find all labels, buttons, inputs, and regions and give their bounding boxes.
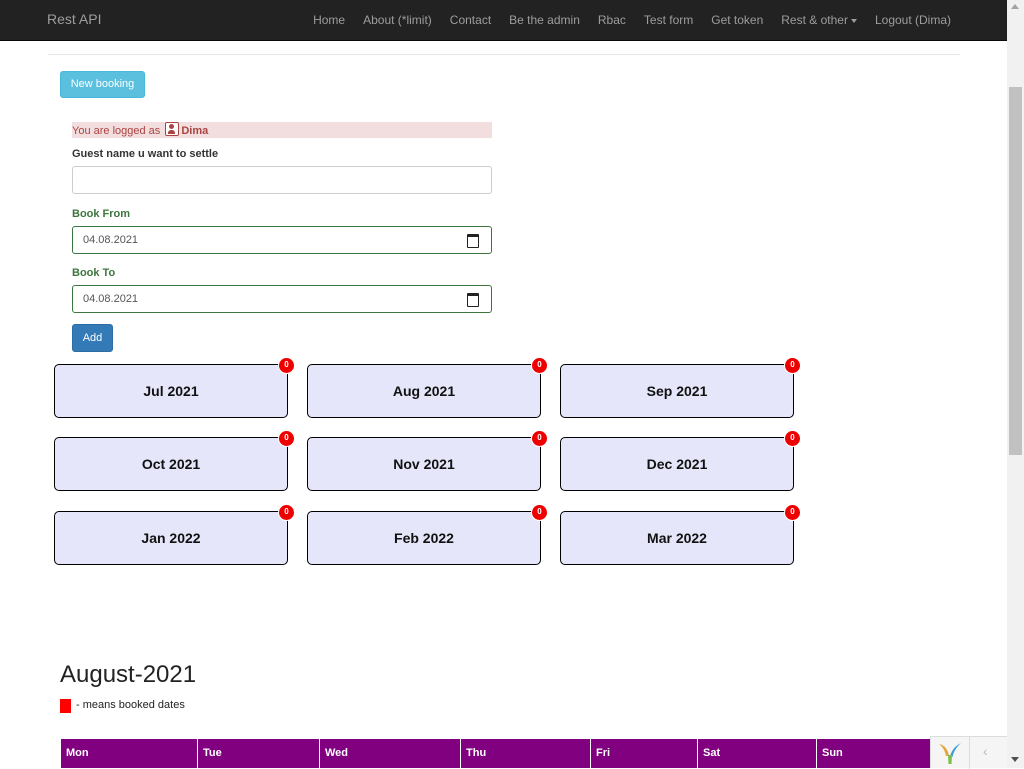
month-label: Sep 2021 bbox=[646, 383, 708, 399]
book-to-input[interactable]: 04.08.2021 bbox=[72, 285, 492, 313]
nav-be-the-admin[interactable]: Be the admin bbox=[500, 0, 589, 40]
weekday-sat: Sat bbox=[698, 739, 817, 768]
nav-home[interactable]: Home bbox=[304, 0, 354, 40]
month-card-jan-2022[interactable]: Jan 2022 0 bbox=[54, 504, 295, 565]
booking-count-badge: 0 bbox=[531, 504, 548, 521]
book-from-value: 04.08.2021 bbox=[83, 234, 139, 246]
brand-link[interactable]: Rest API bbox=[47, 11, 101, 27]
book-to-label: Book To bbox=[72, 267, 116, 279]
nav-contact[interactable]: Contact bbox=[441, 0, 500, 40]
weekday-tue: Tue bbox=[198, 739, 320, 768]
weekday-wed: Wed bbox=[320, 739, 461, 768]
add-button[interactable]: Add bbox=[72, 324, 113, 352]
month-label: Nov 2021 bbox=[393, 456, 455, 472]
weekday-thu: Thu bbox=[461, 739, 591, 768]
yii-logo-icon bbox=[939, 743, 961, 764]
logged-in-notice: You are logged as Dima bbox=[72, 122, 492, 138]
weekday-mon: Mon bbox=[61, 739, 198, 768]
month-label: Aug 2021 bbox=[392, 383, 456, 399]
month-card-jul-2021[interactable]: Jul 2021 0 bbox=[54, 357, 295, 418]
booking-count-badge: 0 bbox=[278, 357, 295, 374]
month-label: Jan 2022 bbox=[141, 530, 201, 546]
divider bbox=[48, 54, 960, 55]
book-to-value: 04.08.2021 bbox=[83, 293, 139, 305]
logged-prefix: You are logged as bbox=[72, 125, 161, 137]
booking-count-badge: 0 bbox=[531, 357, 548, 374]
user-icon bbox=[165, 122, 180, 136]
nav-menu: Home About (*limit) Contact Be the admin… bbox=[304, 0, 960, 40]
caret-down-icon bbox=[850, 18, 857, 23]
calendar-icon[interactable] bbox=[467, 234, 479, 248]
month-label: Dec 2021 bbox=[646, 456, 708, 472]
booking-count-badge: 0 bbox=[784, 504, 801, 521]
month-label: Feb 2022 bbox=[394, 530, 454, 546]
vertical-scrollbar[interactable] bbox=[1007, 0, 1024, 768]
guest-name-input[interactable] bbox=[72, 166, 492, 194]
booking-count-badge: 0 bbox=[784, 430, 801, 447]
nav-rbac[interactable]: Rbac bbox=[589, 0, 635, 40]
calendar-title: August-2021 bbox=[60, 661, 197, 688]
month-label: Mar 2022 bbox=[647, 530, 707, 546]
book-from-label: Book From bbox=[72, 208, 131, 220]
weekday-fri: Fri bbox=[591, 739, 698, 768]
booked-legend-swatch bbox=[60, 699, 71, 713]
calendar-header-row: Mon Tue Wed Thu Fri Sat Sun bbox=[61, 739, 930, 768]
booking-count-badge: 0 bbox=[531, 430, 548, 447]
month-card-dec-2021[interactable]: Dec 2021 0 bbox=[560, 430, 801, 491]
month-card-feb-2022[interactable]: Feb 2022 0 bbox=[307, 504, 548, 565]
book-from-input[interactable]: 04.08.2021 bbox=[72, 226, 492, 254]
booked-legend-text: - means booked dates bbox=[76, 699, 185, 711]
month-label: Jul 2021 bbox=[143, 383, 199, 399]
nav-rest-other-label: Rest & other bbox=[781, 13, 848, 27]
scroll-down-arrow-icon[interactable] bbox=[1011, 757, 1019, 762]
month-card-sep-2021[interactable]: Sep 2021 0 bbox=[560, 357, 801, 418]
nav-rest-other-dropdown[interactable]: Rest & other bbox=[772, 0, 866, 40]
booking-count-badge: 0 bbox=[278, 504, 295, 521]
nav-test-form[interactable]: Test form bbox=[635, 0, 702, 40]
new-booking-button[interactable]: New booking bbox=[60, 71, 145, 98]
booking-count-badge: 0 bbox=[784, 357, 801, 374]
logged-user-name: Dima bbox=[181, 125, 209, 137]
chevron-left-icon[interactable]: ‹ bbox=[983, 743, 988, 759]
month-card-aug-2021[interactable]: Aug 2021 0 bbox=[307, 357, 548, 418]
guest-name-label: Guest name u want to settle bbox=[72, 148, 219, 160]
month-card-nov-2021[interactable]: Nov 2021 0 bbox=[307, 430, 548, 491]
toolbar-separator bbox=[969, 737, 970, 769]
month-label: Oct 2021 bbox=[141, 456, 201, 472]
scrollbar-thumb[interactable] bbox=[1009, 87, 1022, 455]
debug-toolbar[interactable]: ‹ bbox=[930, 736, 1008, 769]
navbar: Rest API Home About (*limit) Contact Be … bbox=[0, 0, 1007, 41]
month-card-mar-2022[interactable]: Mar 2022 0 bbox=[560, 504, 801, 565]
nav-about[interactable]: About (*limit) bbox=[354, 0, 441, 40]
scroll-up-arrow-icon[interactable] bbox=[1011, 4, 1019, 9]
month-card-oct-2021[interactable]: Oct 2021 0 bbox=[54, 430, 295, 491]
booking-count-badge: 0 bbox=[278, 430, 295, 447]
nav-logout[interactable]: Logout (Dima) bbox=[866, 0, 960, 40]
weekday-sun: Sun bbox=[822, 747, 843, 759]
calendar-icon[interactable] bbox=[467, 293, 479, 307]
nav-get-token[interactable]: Get token bbox=[702, 0, 772, 40]
